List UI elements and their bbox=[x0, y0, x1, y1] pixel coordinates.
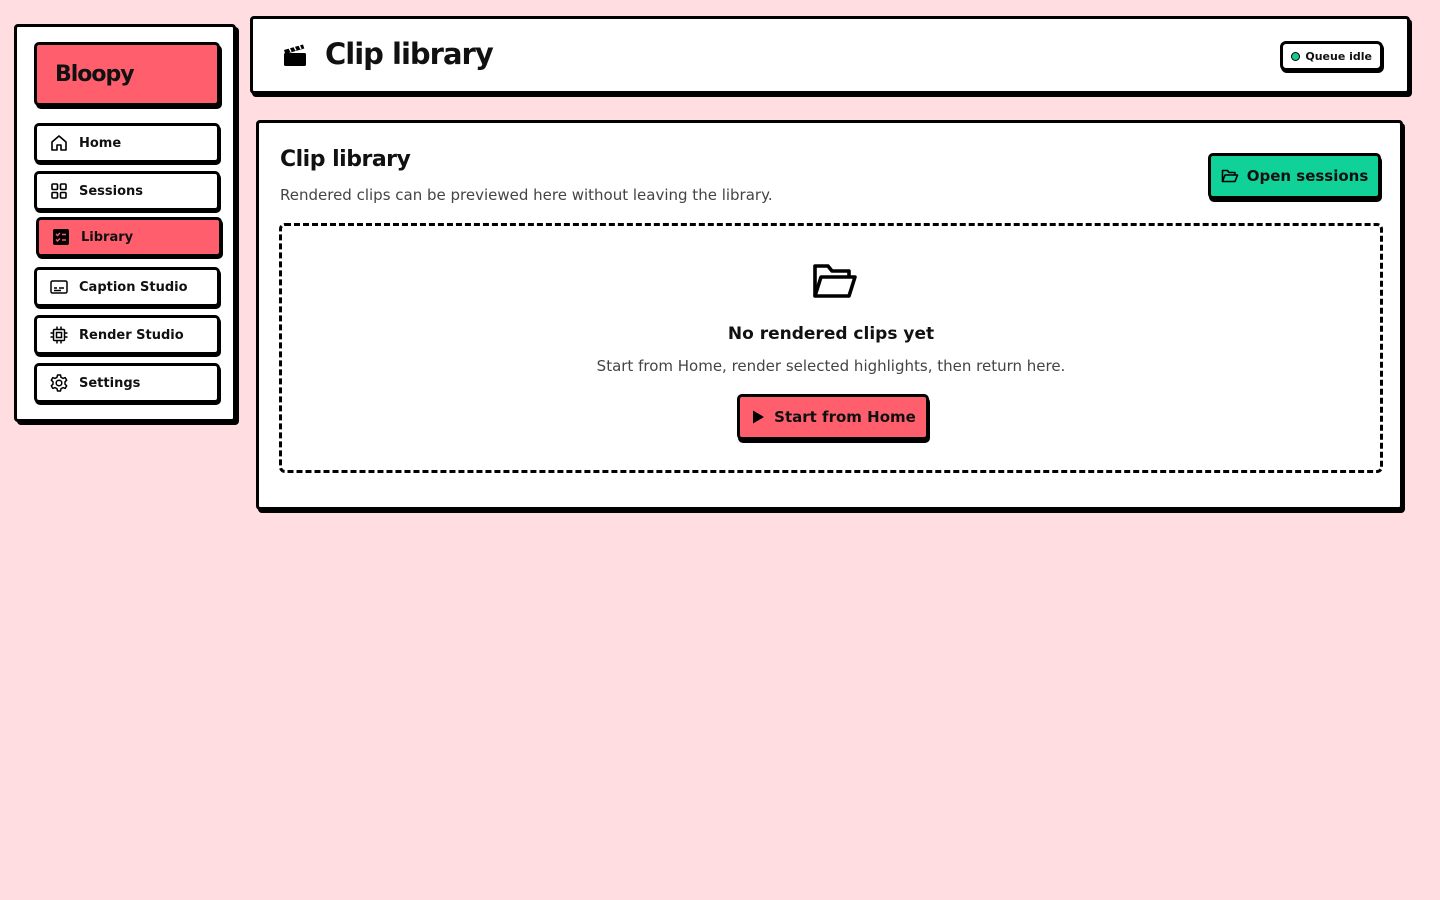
grid-icon bbox=[49, 181, 69, 201]
queue-status-badge: Queue idle bbox=[1280, 41, 1383, 71]
sidebar-item-label: Library bbox=[81, 229, 134, 245]
sidebar-item-label: Home bbox=[79, 135, 122, 151]
sidebar-item-label: Sessions bbox=[79, 183, 144, 199]
status-dot-icon bbox=[1291, 51, 1301, 61]
sidebar-item-render-studio[interactable]: Render Studio bbox=[34, 315, 220, 355]
play-icon bbox=[750, 409, 766, 425]
empty-state-description: Start from Home, render selected highlig… bbox=[596, 357, 1066, 375]
section-title: Clip library bbox=[280, 147, 411, 172]
sidebar-item-home[interactable]: Home bbox=[34, 123, 220, 163]
page-title: Clip library bbox=[325, 37, 494, 71]
brand-logo[interactable]: Bloopy bbox=[34, 42, 220, 106]
folder-open-icon bbox=[1221, 167, 1239, 185]
sidebar-item-sessions[interactable]: Sessions bbox=[34, 171, 220, 211]
page-header: Clip library Queue idle bbox=[250, 16, 1410, 94]
sidebar: Bloopy Home Sessions Library Caption Stu… bbox=[14, 24, 236, 422]
home-icon bbox=[49, 133, 69, 153]
gear-icon bbox=[49, 373, 69, 393]
start-from-home-button[interactable]: Start from Home bbox=[737, 394, 929, 440]
open-sessions-label: Open sessions bbox=[1246, 167, 1369, 185]
checklist-icon bbox=[51, 227, 71, 247]
library-panel: Clip library Rendered clips can be previ… bbox=[256, 120, 1403, 510]
chip-icon bbox=[49, 325, 69, 345]
captions-icon bbox=[49, 277, 69, 297]
empty-state-title: No rendered clips yet bbox=[727, 324, 935, 344]
empty-state: No rendered clips yet Start from Home, r… bbox=[279, 223, 1383, 473]
start-from-home-label: Start from Home bbox=[774, 408, 916, 426]
folder-open-icon bbox=[809, 262, 859, 302]
clapperboard-icon bbox=[281, 41, 309, 69]
sidebar-item-library[interactable]: Library bbox=[36, 217, 222, 257]
sidebar-item-label: Render Studio bbox=[79, 327, 184, 343]
section-subtitle: Rendered clips can be previewed here wit… bbox=[280, 186, 773, 204]
sidebar-item-label: Caption Studio bbox=[79, 279, 188, 295]
queue-status-text: Queue idle bbox=[1305, 49, 1372, 63]
sidebar-item-label: Settings bbox=[79, 375, 141, 391]
open-sessions-button[interactable]: Open sessions bbox=[1208, 153, 1381, 199]
sidebar-item-caption-studio[interactable]: Caption Studio bbox=[34, 267, 220, 307]
sidebar-item-settings[interactable]: Settings bbox=[34, 363, 220, 403]
